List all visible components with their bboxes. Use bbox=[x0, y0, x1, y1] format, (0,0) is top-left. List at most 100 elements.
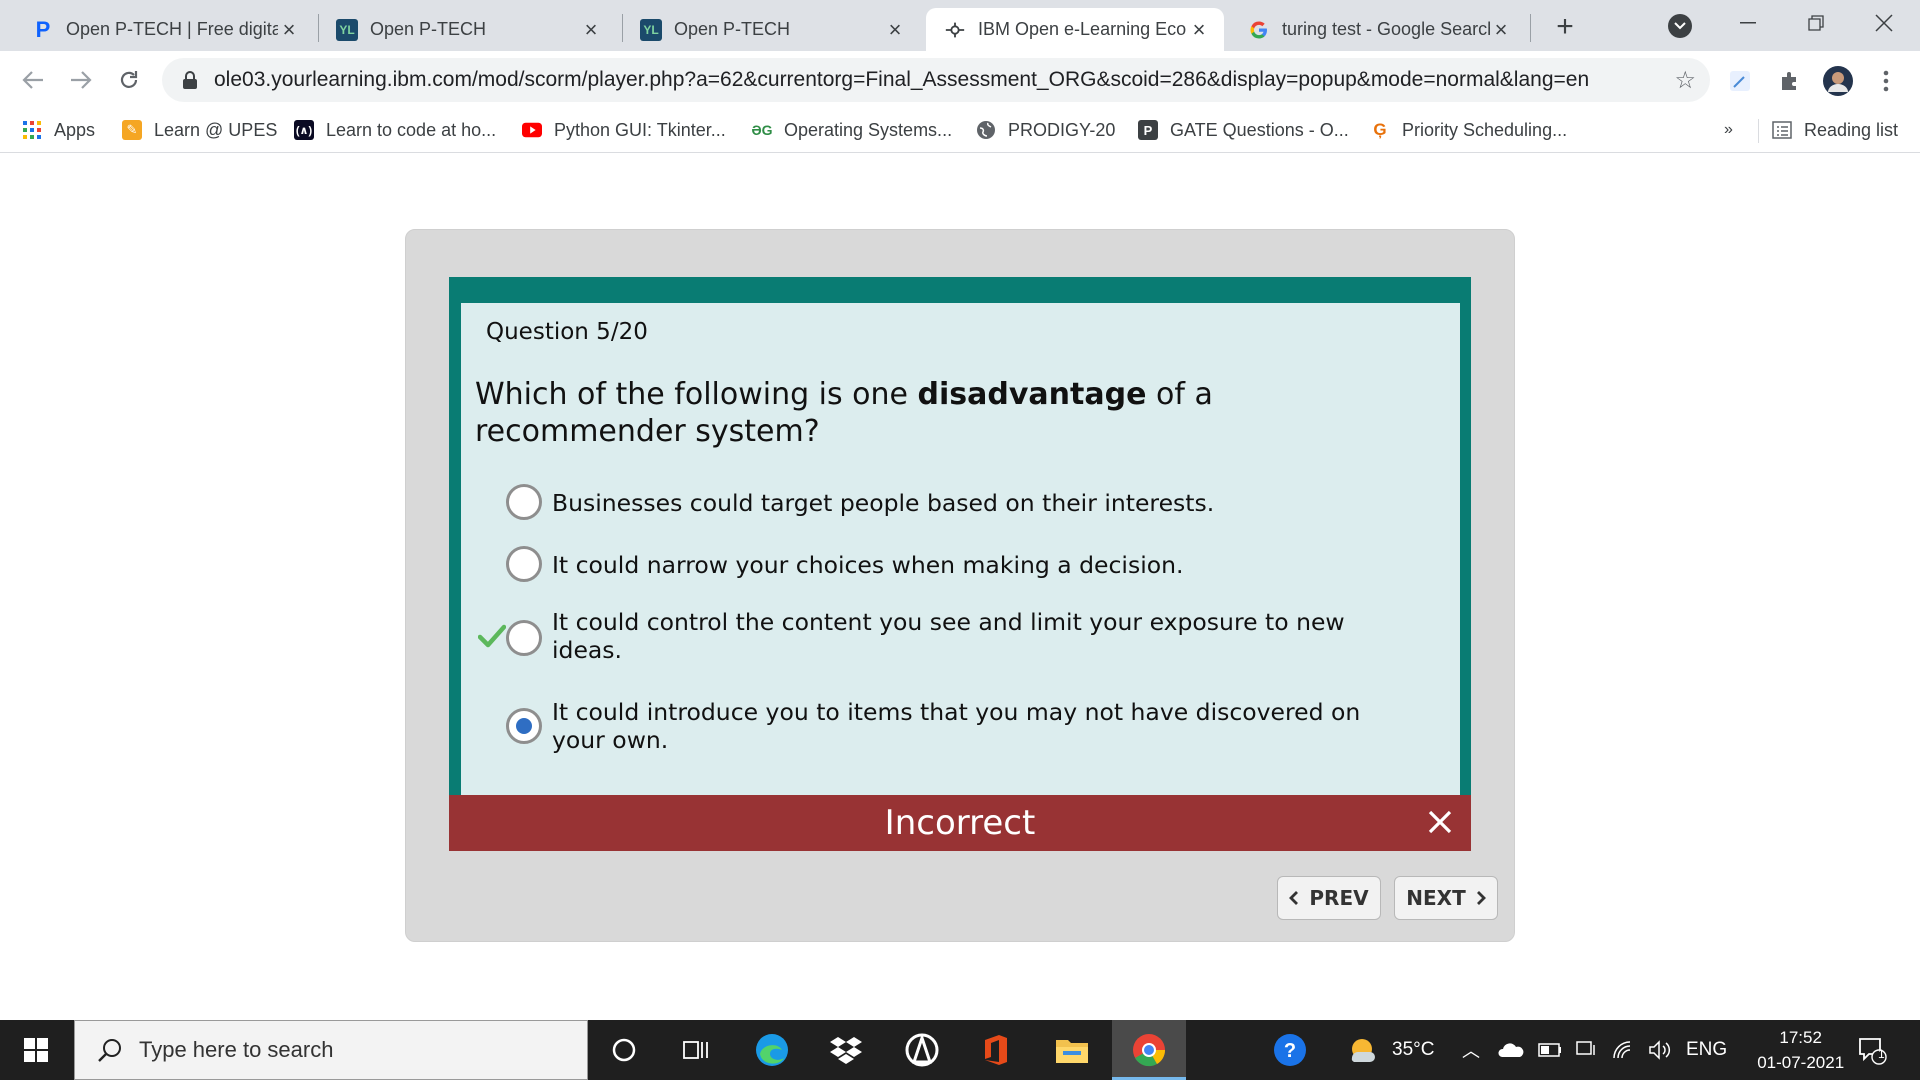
answer-option-3[interactable]: It could control the content you see and… bbox=[506, 608, 1412, 664]
clock[interactable]: 17:52 01-07-2021 bbox=[1757, 1025, 1844, 1075]
task-view-icon[interactable] bbox=[676, 1030, 716, 1070]
close-icon[interactable]: × bbox=[278, 17, 300, 42]
question-emphasis: disadvantage bbox=[917, 377, 1147, 412]
answer-label: It could control the content you see and… bbox=[552, 608, 1345, 664]
bookmark-apps[interactable]: Apps bbox=[22, 115, 95, 145]
chrome-taskbar-button[interactable] bbox=[1112, 1020, 1186, 1080]
radio-button[interactable] bbox=[506, 620, 542, 656]
youtube-icon bbox=[522, 120, 542, 140]
system-tray: ︿ ENG 17:52 01-07-2021 bbox=[1462, 1020, 1844, 1080]
tab-ibm-elearning[interactable]: IBM Open e-Learning Eco × bbox=[926, 8, 1224, 51]
radio-button[interactable] bbox=[506, 484, 542, 520]
url-text: ole03.yourlearning.ibm.com/mod/scorm/pla… bbox=[214, 68, 1590, 91]
reload-icon bbox=[120, 71, 138, 88]
tab-title: Open P-TECH | Free digital bbox=[66, 19, 278, 39]
answer-option-4[interactable]: It could introduce you to items that you… bbox=[506, 698, 1412, 754]
tab-title: IBM Open e-Learning Eco bbox=[978, 19, 1187, 39]
yourlearning-favicon-icon: YL bbox=[640, 18, 662, 41]
bookmark-label: GATE Questions - O... bbox=[1170, 119, 1349, 140]
notification-count: 1 bbox=[1878, 1047, 1885, 1061]
chevron-down-icon bbox=[1674, 22, 1686, 30]
new-tab-button[interactable]: + bbox=[1548, 10, 1582, 44]
ibm-logo-icon bbox=[944, 19, 966, 41]
bookmark-gate-questions[interactable]: P GATE Questions - O... bbox=[1138, 115, 1349, 145]
taskbar-search-box[interactable]: Type here to search bbox=[74, 1020, 588, 1080]
answer-option-1[interactable]: Businesses could target people based on … bbox=[506, 484, 1412, 520]
windows-start-icon[interactable] bbox=[16, 1030, 56, 1070]
office-icon[interactable] bbox=[976, 1030, 1016, 1070]
forward-button[interactable] bbox=[62, 61, 100, 99]
display-icon[interactable] bbox=[1576, 1040, 1598, 1060]
bookmark-prodigy[interactable]: PRODIGY-20 bbox=[976, 115, 1115, 145]
edge-icon[interactable] bbox=[752, 1030, 792, 1070]
weather-sun-cloud-icon bbox=[1351, 1039, 1375, 1063]
svg-text:?: ? bbox=[1284, 1040, 1296, 1062]
bookmark-operating-systems[interactable]: ƏG Operating Systems... bbox=[751, 115, 952, 145]
bookmark-priority-scheduling[interactable]: Ģ Priority Scheduling... bbox=[1370, 115, 1567, 145]
next-button[interactable]: NEXT bbox=[1394, 876, 1498, 920]
chevron-right-icon bbox=[1476, 891, 1486, 905]
more-bookmarks-button[interactable]: » bbox=[1724, 115, 1733, 145]
tab-search-button[interactable] bbox=[1668, 14, 1692, 38]
reading-list-label: Reading list bbox=[1804, 119, 1899, 140]
tab-google-search[interactable]: turing test - Google Search × bbox=[1230, 8, 1526, 51]
app-launcher-icon[interactable] bbox=[902, 1030, 942, 1070]
close-icon[interactable]: × bbox=[884, 17, 906, 42]
bookmark-star-icon[interactable]: ☆ bbox=[1674, 66, 1696, 95]
prev-button[interactable]: PREV bbox=[1277, 876, 1381, 920]
answer-option-2[interactable]: It could narrow your choices when making… bbox=[506, 546, 1412, 582]
question-number: Question 5/20 bbox=[486, 319, 648, 345]
chevron-up-icon[interactable]: ︿ bbox=[1462, 1037, 1480, 1063]
radio-button[interactable] bbox=[506, 546, 542, 582]
restore-button[interactable] bbox=[1796, 6, 1836, 40]
reload-button[interactable] bbox=[110, 61, 148, 99]
back-button[interactable] bbox=[14, 61, 52, 99]
help-icon[interactable]: ? bbox=[1270, 1030, 1310, 1070]
bookmark-learn-upes[interactable]: ✎ Learn @ UPES bbox=[122, 115, 277, 145]
radio-button-selected[interactable] bbox=[506, 708, 542, 744]
tab-open-ptech-2[interactable]: YL Open P-TECH × bbox=[318, 8, 616, 51]
close-icon[interactable]: × bbox=[580, 17, 602, 42]
cortana-icon[interactable] bbox=[604, 1030, 644, 1070]
tab-open-ptech-3[interactable]: YL Open P-TECH × bbox=[622, 8, 920, 51]
volume-icon[interactable] bbox=[1648, 1040, 1672, 1060]
notification-center-button[interactable]: 1 bbox=[1852, 1030, 1892, 1070]
lock-icon bbox=[182, 71, 198, 89]
g-icon: Ģ bbox=[1373, 120, 1387, 139]
minimize-button[interactable] bbox=[1728, 6, 1768, 40]
profile-avatar[interactable] bbox=[1822, 65, 1854, 97]
language-indicator[interactable]: ENG bbox=[1686, 1039, 1727, 1061]
yourlearning-favicon-icon: YL bbox=[336, 18, 358, 41]
reading-list-button[interactable]: Reading list bbox=[1772, 115, 1898, 145]
weather-widget[interactable]: 35°C bbox=[1346, 1020, 1434, 1080]
answer-label: It could narrow your choices when making… bbox=[552, 551, 1184, 579]
address-bar[interactable]: ole03.yourlearning.ibm.com/mod/scorm/pla… bbox=[162, 58, 1710, 102]
bookmark-learn-to-code[interactable]: (∧) Learn to code at ho... bbox=[294, 115, 496, 145]
code-icon: (∧) bbox=[294, 120, 314, 140]
file-explorer-icon[interactable] bbox=[1052, 1030, 1092, 1070]
google-favicon-icon bbox=[1248, 19, 1270, 41]
globe-icon bbox=[976, 120, 996, 140]
temperature: 35°C bbox=[1392, 1039, 1435, 1060]
bookmark-label: PRODIGY-20 bbox=[1008, 119, 1116, 140]
reading-list-icon bbox=[1772, 120, 1792, 140]
bookmark-python-gui[interactable]: Python GUI: Tkinter... bbox=[522, 115, 726, 145]
next-label: NEXT bbox=[1406, 886, 1466, 910]
dropbox-icon[interactable] bbox=[826, 1030, 866, 1070]
close-icon[interactable]: × bbox=[1188, 17, 1210, 42]
close-icon[interactable] bbox=[1425, 807, 1455, 837]
bookmark-label: Python GUI: Tkinter... bbox=[554, 119, 726, 140]
extensions-puzzle-icon[interactable] bbox=[1774, 65, 1806, 97]
battery-icon[interactable] bbox=[1538, 1043, 1562, 1057]
tab-open-ptech-1[interactable]: P Open P-TECH | Free digital × bbox=[14, 8, 314, 51]
browser-toolbar: ole03.yourlearning.ibm.com/mod/scorm/pla… bbox=[0, 51, 1920, 109]
chrome-icon bbox=[1133, 1034, 1166, 1067]
close-icon[interactable]: × bbox=[1490, 17, 1512, 42]
tab-title: Open P-TECH bbox=[370, 19, 487, 39]
onedrive-cloud-icon[interactable] bbox=[1498, 1041, 1524, 1059]
window-close-button[interactable] bbox=[1864, 6, 1904, 40]
kebab-menu-icon[interactable] bbox=[1870, 65, 1902, 97]
extension-edit-icon[interactable] bbox=[1724, 65, 1756, 97]
wifi-icon[interactable] bbox=[1612, 1040, 1636, 1060]
prev-label: PREV bbox=[1309, 886, 1369, 910]
